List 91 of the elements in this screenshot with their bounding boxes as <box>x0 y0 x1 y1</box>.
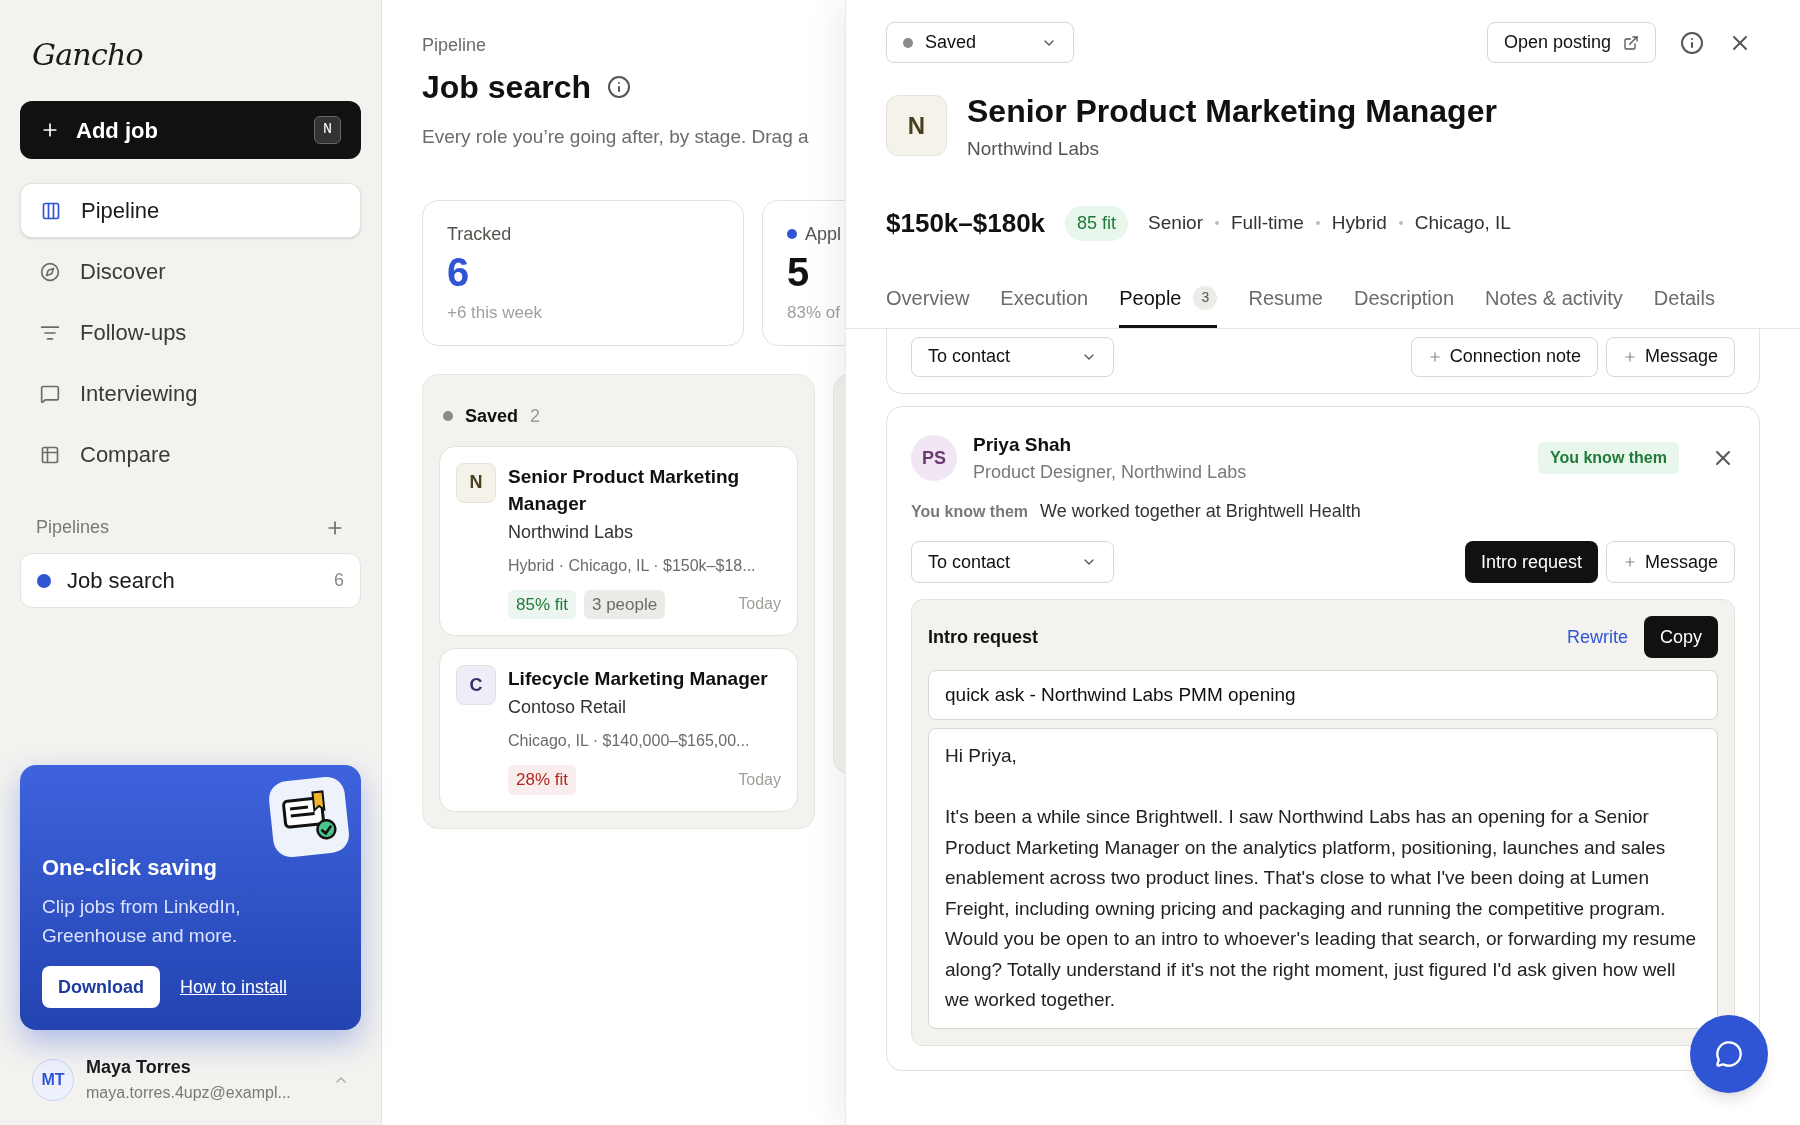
nav-item[interactable]: Pipeline <box>20 183 361 238</box>
job-tag: Full-time <box>1231 208 1304 238</box>
job-card[interactable]: N Senior Product Marketing Manager Northwind Labs Hybrid · Chicago, IL · $150k–$18... 85% fit 3 people Today <box>439 445 798 636</box>
stat-value: 6 <box>447 248 470 296</box>
people-badge: 3 people <box>584 589 666 619</box>
company-name: Northwind Labs <box>967 137 1101 161</box>
table-icon <box>40 444 60 465</box>
job-meta: Hybrid · Chicago, IL · $150k–$18... <box>508 555 757 576</box>
logo: Gancho <box>32 36 144 74</box>
job-title: Senior Product Marketing Manager <box>508 464 741 516</box>
message-button[interactable]: Message <box>1605 541 1735 583</box>
user-name: Maya Torres <box>86 1056 192 1079</box>
job-meta: Chicago, IL · $140,000–$165,00... <box>508 731 751 751</box>
company-avatar: N <box>886 95 947 156</box>
action-button[interactable]: Message <box>1605 336 1735 377</box>
plus-icon <box>1622 349 1637 364</box>
column-title: Saved <box>465 404 519 428</box>
job-title: Lifecycle Marketing Manager <box>508 667 769 691</box>
action-button[interactable]: Connection note <box>1410 336 1598 377</box>
promo-text: Clip jobs from LinkedIn, Greenhouse and more. <box>42 895 242 948</box>
info-icon[interactable] <box>1680 30 1704 55</box>
plus-icon <box>1427 349 1442 364</box>
job-tag: Chicago, IL <box>1414 208 1511 238</box>
salary: $150k–$180k <box>886 206 1046 240</box>
nav-item[interactable]: Compare <box>20 427 361 482</box>
card-date: Today <box>738 769 781 790</box>
tab[interactable]: People 3 <box>1119 282 1218 328</box>
tab[interactable]: Resume <box>1248 282 1323 328</box>
contact-avatar: PS <box>911 435 957 482</box>
user-avatar: MT <box>32 1058 74 1101</box>
plus-icon <box>1622 555 1637 569</box>
user-email: maya.torres.4upz@exampl... <box>86 1083 292 1103</box>
relation-badge: You know them <box>1537 442 1679 475</box>
fit-badge: 85% fit <box>508 589 576 619</box>
column-count: 2 <box>530 404 541 428</box>
nav-item[interactable]: Discover <box>20 244 361 299</box>
contact-role: Product Designer, Northwind Labs <box>973 461 1248 484</box>
relation-label: You know them <box>911 502 1029 522</box>
shortcut-key: N <box>314 115 341 145</box>
company-name: Contoso Retail <box>508 696 628 719</box>
nav-item[interactable]: Interviewing <box>20 366 361 421</box>
add-job-button[interactable]: Add job N <box>20 101 361 159</box>
tab[interactable]: Overview <box>886 282 970 328</box>
install-link[interactable]: How to install <box>180 973 288 1001</box>
rewrite-link[interactable]: Rewrite <box>1566 623 1628 651</box>
tab[interactable]: Execution <box>1000 282 1089 328</box>
tab[interactable]: Description <box>1353 282 1454 328</box>
chat-icon <box>40 383 60 404</box>
board-link[interactable]: Job search 6 <box>20 553 361 608</box>
job-card[interactable]: C Lifecycle Marketing Manager Contoso Retail Chicago, IL · $140,000–$165,00... 28% fit Today <box>439 648 798 812</box>
fit-badge: 85 fit <box>1065 205 1129 241</box>
job-title: Senior Product Marketing Manager <box>967 92 1497 131</box>
relation-text: We worked together at Brightwell Health <box>1040 500 1361 523</box>
job-tag: Senior <box>1148 208 1203 238</box>
open-posting-button[interactable]: Open posting <box>1486 22 1656 63</box>
count-badge: 3 <box>1193 285 1218 310</box>
company-avatar: N <box>456 462 496 503</box>
external-link-icon <box>1623 34 1639 51</box>
chat-button[interactable] <box>1690 1015 1768 1093</box>
company-avatar: C <box>456 665 496 705</box>
stat-label: Tracked <box>447 222 512 246</box>
info-icon[interactable] <box>606 75 631 99</box>
page-description: Every role you’re going after, by stage. Drag a <box>422 125 809 149</box>
status-dropdown[interactable]: To contact <box>911 541 1114 583</box>
stat-note: +6 this week <box>447 301 542 324</box>
company-name: Northwind Labs <box>508 520 635 544</box>
tab[interactable]: Details <box>1653 282 1715 328</box>
kanban-icon <box>41 200 61 221</box>
intro-request-button[interactable]: Intro request <box>1464 541 1598 583</box>
download-button[interactable]: Download <box>42 966 160 1008</box>
section-label: Pipelines <box>36 516 110 539</box>
status-dropdown[interactable]: To contact <box>911 336 1114 377</box>
subject-field[interactable]: quick ask - Northwind Labs PMM opening <box>928 670 1718 720</box>
status-dropdown[interactable]: Saved <box>886 22 1074 63</box>
page-title: Job search <box>422 68 591 107</box>
contact-name: Priya Shah <box>973 432 1073 457</box>
message-field[interactable]: Hi Priya, It's been a while since Brightwell. I saw Northwind Labs has an opening for a Senior Product Marketing Manager on the analytics platform, positioning, launches and sales enablement across two product lines. That's close to what I've been doing at Lumen Freight, including owning pricing and packaging and running the competitive program. Would you be open to an intro to whoever's leading that search, or forwarding my resume along? Totally understand if it's not the right moment, just figured I'd ask given how well we worked together. <box>928 728 1718 1029</box>
fit-badge: 28% fit <box>508 765 576 795</box>
copy-button[interactable]: Copy <box>1643 616 1718 658</box>
chat-icon <box>1715 1040 1743 1068</box>
card-date: Today <box>738 594 781 615</box>
breadcrumb: Pipeline <box>422 34 487 57</box>
stat-label: Appl <box>805 222 842 246</box>
tab[interactable]: Notes & activity <box>1485 282 1623 328</box>
compass-icon <box>40 261 60 282</box>
nav-item[interactable]: Follow-ups <box>20 305 361 360</box>
job-tag: Hybrid <box>1331 208 1387 238</box>
stat-value: 5 <box>787 248 810 296</box>
promo-title: One-click saving <box>42 854 218 882</box>
draft-title: Intro request <box>928 625 1039 649</box>
stat-note: 83% of <box>787 301 840 324</box>
